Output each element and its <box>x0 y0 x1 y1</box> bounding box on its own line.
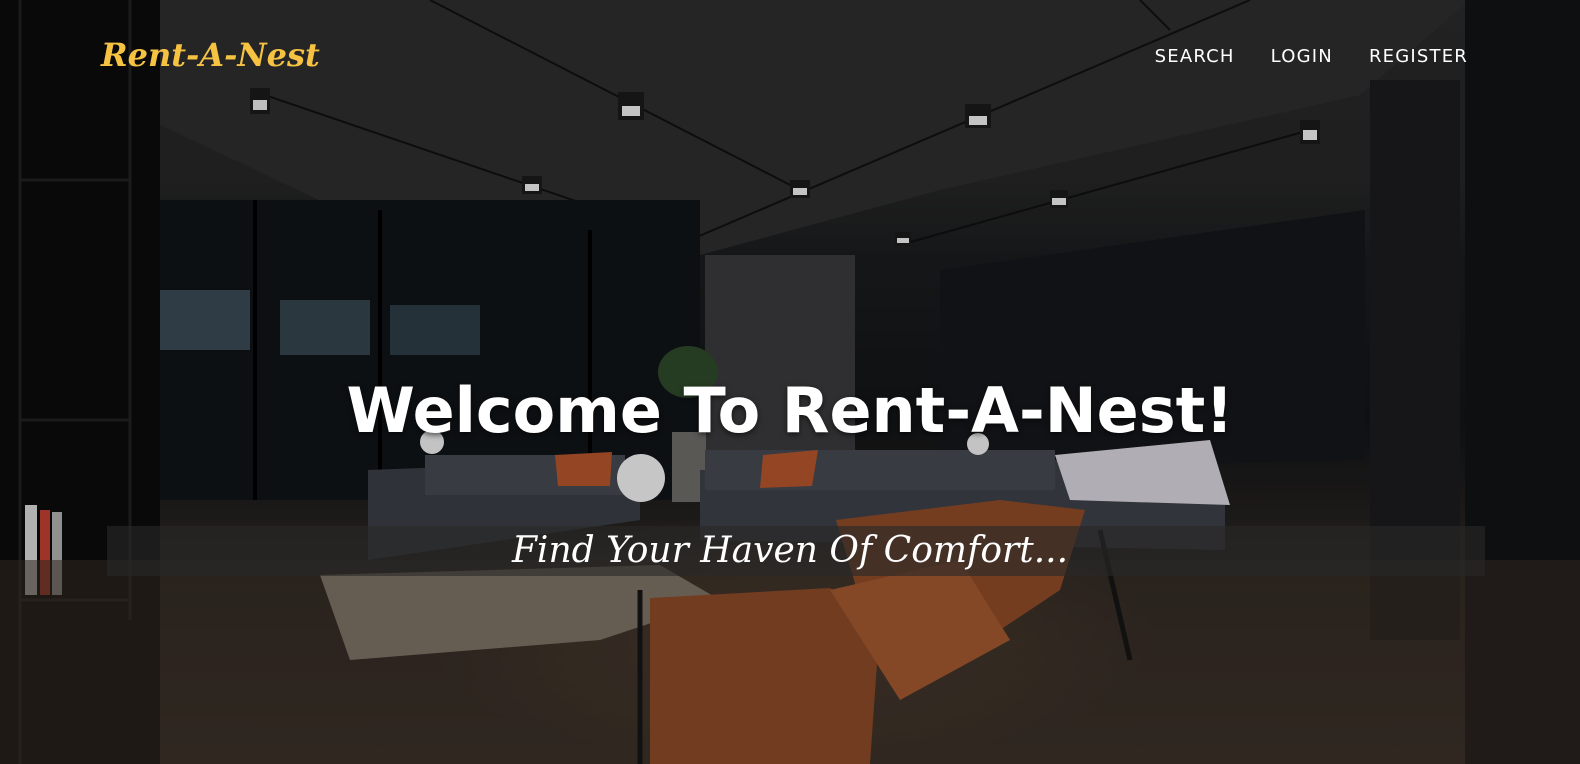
nav-link-search[interactable]: SEARCH <box>1155 46 1235 67</box>
hero-section: Rent-A-Nest SEARCH LOGIN REGISTER Welcom… <box>0 0 1580 764</box>
nav-links: SEARCH LOGIN REGISTER <box>1155 46 1468 67</box>
nav-link-register[interactable]: REGISTER <box>1369 46 1468 67</box>
top-navbar: Rent-A-Nest SEARCH LOGIN REGISTER <box>0 0 1580 120</box>
nav-link-login[interactable]: LOGIN <box>1271 46 1333 67</box>
hero-tagline: Find Your Haven Of Comfort... <box>511 530 1069 571</box>
brand-logo[interactable]: Rent-A-Nest <box>101 36 320 74</box>
hero-headline: Welcome To Rent-A-Nest! <box>346 374 1234 447</box>
